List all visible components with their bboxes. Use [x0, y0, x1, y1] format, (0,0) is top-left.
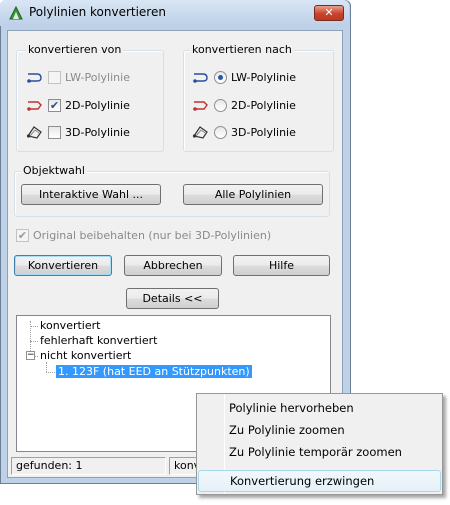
interaktive-wahl-button[interactable]: Interaktive Wahl ... — [21, 184, 161, 205]
2d-polyline-icon — [26, 97, 44, 113]
3d-polyline-icon — [192, 124, 210, 140]
radio-selected-dot — [218, 74, 223, 80]
nach-lwpolyline-radio[interactable] — [214, 70, 227, 84]
alle-polylinien-button[interactable]: Alle Polylinien — [183, 184, 323, 205]
3d-polyline-icon — [26, 124, 44, 140]
nach-3dpolyline-row: 3D-Polylinie — [192, 124, 296, 140]
close-button[interactable]: ✕ — [314, 5, 344, 21]
von-lwpolyline-row: LW-Polylinie — [26, 69, 130, 85]
nach-3dpolyline-radio[interactable] — [214, 125, 227, 139]
menu-item-zoomen[interactable]: Zu Polylinie zoomen — [198, 419, 441, 441]
von-2dpolyline-row: ✔ 2D-Polylinie — [26, 97, 130, 113]
tree-connector — [30, 326, 38, 327]
lwpolyline-icon — [26, 69, 44, 85]
menu-item-erzwingen[interactable]: Konvertierung erzwingen — [198, 470, 441, 492]
original-beibehalten-row: ✔ Original beibehalten (nur bei 3D-Polyl… — [16, 227, 271, 243]
von-lwpolyline-checkbox[interactable] — [48, 70, 61, 84]
nach-2dpolyline-label: 2D-Polylinie — [231, 98, 296, 112]
nach-2dpolyline-row: 2D-Polylinie — [192, 97, 296, 113]
tree-item-konvertiert[interactable]: konvertiert — [40, 319, 100, 332]
von-lwpolyline-label: LW-Polylinie — [65, 70, 130, 84]
app-icon — [8, 5, 24, 21]
konvertieren-button[interactable]: Konvertieren — [14, 255, 112, 276]
tree-collapse-icon[interactable]: − — [26, 351, 35, 360]
tree-item-nicht-konvertiert[interactable]: nicht konvertiert — [40, 349, 131, 362]
hilfe-button[interactable]: Hilfe — [233, 255, 330, 276]
original-beibehalten-label: Original beibehalten (nur bei 3D-Polylin… — [33, 228, 272, 242]
status-found: gefunden: 1 — [11, 457, 166, 475]
tree-connector — [30, 341, 38, 342]
2d-polyline-icon — [192, 97, 210, 113]
objektwahl-label: Objektwahl — [21, 164, 87, 177]
von-2dpolyline-label: 2D-Polylinie — [65, 98, 130, 112]
tree-item-123f[interactable]: 1. 123F (hat EED an Stützpunkten) — [56, 365, 252, 378]
von-3dpolyline-checkbox[interactable] — [48, 125, 61, 139]
konvertieren-von-label: konvertieren von — [26, 43, 124, 56]
tree-connector — [30, 321, 31, 353]
tree-connector — [35, 356, 38, 357]
nach-3dpolyline-label: 3D-Polylinie — [231, 125, 296, 139]
abbrechen-button[interactable]: Abbrechen — [124, 255, 222, 276]
tree-connector — [46, 362, 47, 372]
von-3dpolyline-label: 3D-Polylinie — [65, 125, 130, 139]
von-2dpolyline-checkbox[interactable]: ✔ — [48, 98, 61, 112]
tree-item-fehlerhaft[interactable]: fehlerhaft konvertiert — [40, 334, 157, 347]
details-button[interactable]: Details << — [126, 288, 219, 309]
nach-lwpolyline-label: LW-Polylinie — [231, 70, 296, 84]
menu-item-hervorheben[interactable]: Polylinie hervorheben — [198, 397, 441, 419]
konvertieren-nach-label: konvertieren nach — [190, 43, 294, 56]
nach-lwpolyline-row: LW-Polylinie — [192, 69, 296, 85]
menu-item-temporaer-zoomen[interactable]: Zu Polylinie temporär zoomen — [198, 441, 441, 463]
status-converted: konv — [169, 457, 200, 475]
lwpolyline-icon — [192, 69, 210, 85]
original-beibehalten-checkbox[interactable]: ✔ — [16, 228, 29, 242]
window-title: Polylinien konvertieren — [29, 5, 166, 19]
nach-2dpolyline-radio[interactable] — [214, 98, 227, 112]
von-3dpolyline-row: 3D-Polylinie — [26, 124, 130, 140]
tree-connector — [46, 372, 55, 373]
